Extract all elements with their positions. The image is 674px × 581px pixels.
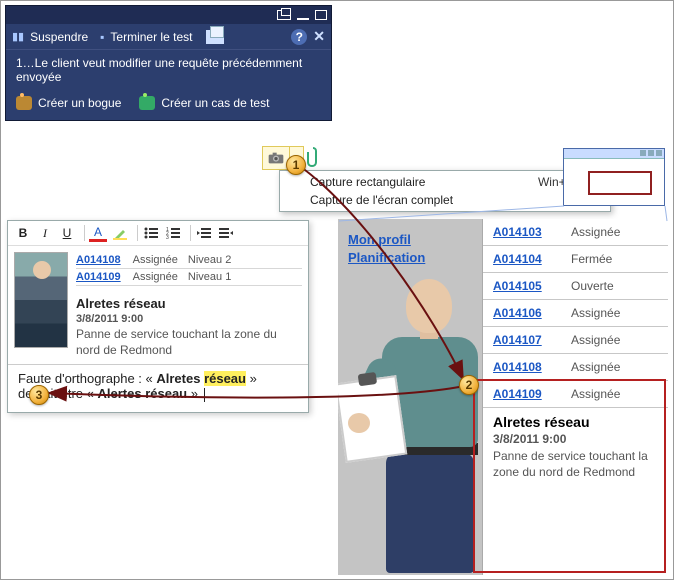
target-window-preview <box>563 148 665 206</box>
suspend-button[interactable]: Suspendre <box>30 30 88 44</box>
font-color-button[interactable]: A <box>89 224 107 242</box>
close-icon[interactable]: ✕ <box>313 28 325 45</box>
italic-button[interactable]: I <box>36 224 54 242</box>
mini-window-titlebar <box>564 149 664 159</box>
restore-icon[interactable] <box>277 10 291 20</box>
test-step-text: 1…Le client veut modifier une requête pr… <box>16 56 321 84</box>
table-row[interactable]: A014107Assignée <box>483 327 668 354</box>
screens-icon[interactable] <box>206 30 224 44</box>
table-row[interactable]: A014104Fermée <box>483 246 668 273</box>
app-left-pane: Mon profil Planification <box>338 219 482 575</box>
ticket-link[interactable]: A014109 <box>76 271 121 283</box>
ticket-link[interactable]: A014103 <box>493 225 571 239</box>
ticket-datetime: 3/8/2011 9:00 <box>76 313 302 325</box>
table-row[interactable]: A014106Assignée <box>483 300 668 327</box>
capture-menu: Capture rectangulaire Win+Ctrl+C Capture… <box>279 170 611 212</box>
editor-toolbar: B I U A 123 <box>8 221 308 246</box>
callout-badge-2: 2 <box>459 375 479 395</box>
svg-text:3: 3 <box>166 235 169 239</box>
runner-toolbar: ▮▮ Suspendre ▪ Terminer le test ? ✕ <box>6 24 331 50</box>
bug-icon <box>16 96 32 110</box>
camera-icon <box>268 152 284 164</box>
runner-titlebar <box>6 6 331 24</box>
bullet-list-button[interactable] <box>142 224 160 242</box>
end-test-button[interactable]: Terminer le test <box>110 30 192 44</box>
capture-fullscreen-item[interactable]: Capture de l'écran complet <box>280 191 610 209</box>
test-runner-panel: ▮▮ Suspendre ▪ Terminer le test ? ✕ 1…Le… <box>5 5 332 121</box>
bold-button[interactable]: B <box>14 224 32 242</box>
result-editor-panel: B I U A 123 A014108 Assignée Niveau 2 <box>7 220 309 413</box>
minimize-icon[interactable] <box>297 18 309 20</box>
detail-title: Alretes réseau <box>493 414 658 430</box>
table-row[interactable]: A014108 Assignée Niveau 2 <box>76 252 302 269</box>
indent-button[interactable] <box>217 224 235 242</box>
testcase-icon <box>139 96 155 110</box>
outdent-button[interactable] <box>195 224 213 242</box>
detail-description: Panne de service touchant la zone du nor… <box>493 448 658 480</box>
pause-icon: ▮▮ <box>12 30 24 43</box>
help-icon[interactable]: ? <box>291 29 307 45</box>
ticket-link[interactable]: A014107 <box>493 333 571 347</box>
mini-selection-rect <box>588 171 652 195</box>
planning-link[interactable]: Planification <box>348 249 425 267</box>
capture-rect-item[interactable]: Capture rectangulaire Win+Ctrl+C <box>280 173 610 191</box>
ticket-detail-card: Alretes réseau 3/8/2011 9:00 Panne de se… <box>76 296 302 358</box>
ticket-link[interactable]: A014109 <box>493 387 571 401</box>
technician-image <box>338 267 482 573</box>
text-cursor <box>204 388 205 402</box>
ticket-link[interactable]: A014108 <box>493 360 571 374</box>
underline-button[interactable]: U <box>58 224 76 242</box>
app-right-pane: A014103Assignée A014104Fermée A014105Ouv… <box>482 219 668 575</box>
ticket-link[interactable]: A014106 <box>493 306 571 320</box>
table-row[interactable]: A014109 Assignée Niveau 1 <box>76 269 302 286</box>
target-app-view: Mon profil Planification A014103Assignée… <box>338 219 668 575</box>
ticket-title: Alretes réseau <box>76 296 302 311</box>
table-row[interactable]: A014109Assignée <box>483 381 668 408</box>
detail-datetime: 3/8/2011 9:00 <box>493 432 658 446</box>
ticket-link[interactable]: A014104 <box>493 252 571 266</box>
ticket-link[interactable]: A014108 <box>76 254 121 266</box>
ticket-description: Panne de service touchant la zone du nor… <box>76 327 302 358</box>
callout-badge-1: 1 <box>286 155 306 175</box>
create-bug-button[interactable]: Créer un bogue <box>16 96 121 110</box>
ticket-mini-table: A014108 Assignée Niveau 2 A014109 Assign… <box>76 252 302 358</box>
table-row[interactable]: A014108Assignée <box>483 354 668 381</box>
flag-icon: ▪ <box>100 30 104 44</box>
table-row[interactable]: A014105Ouverte <box>483 273 668 300</box>
maximize-icon[interactable] <box>315 10 327 20</box>
callout-badge-3: 3 <box>29 385 49 405</box>
ticket-link[interactable]: A014105 <box>493 279 571 293</box>
tester-note-textarea[interactable]: Faute d'orthographe : « Alretes réseau »… <box>8 365 308 412</box>
editor-attachment-area: A014108 Assignée Niveau 2 A014109 Assign… <box>8 246 308 365</box>
attach-icon[interactable] <box>307 146 323 168</box>
table-row[interactable]: A014103Assignée <box>483 219 668 246</box>
profile-link[interactable]: Mon profil <box>348 231 425 249</box>
create-testcase-button[interactable]: Créer un cas de test <box>139 96 269 110</box>
number-list-button[interactable]: 123 <box>164 224 182 242</box>
screenshot-thumbnail[interactable] <box>14 252 68 348</box>
ticket-detail: Alretes réseau 3/8/2011 9:00 Panne de se… <box>483 408 668 480</box>
ticket-grid: A014103Assignée A014104Fermée A014105Ouv… <box>483 219 668 408</box>
highlight-button[interactable] <box>111 224 129 242</box>
